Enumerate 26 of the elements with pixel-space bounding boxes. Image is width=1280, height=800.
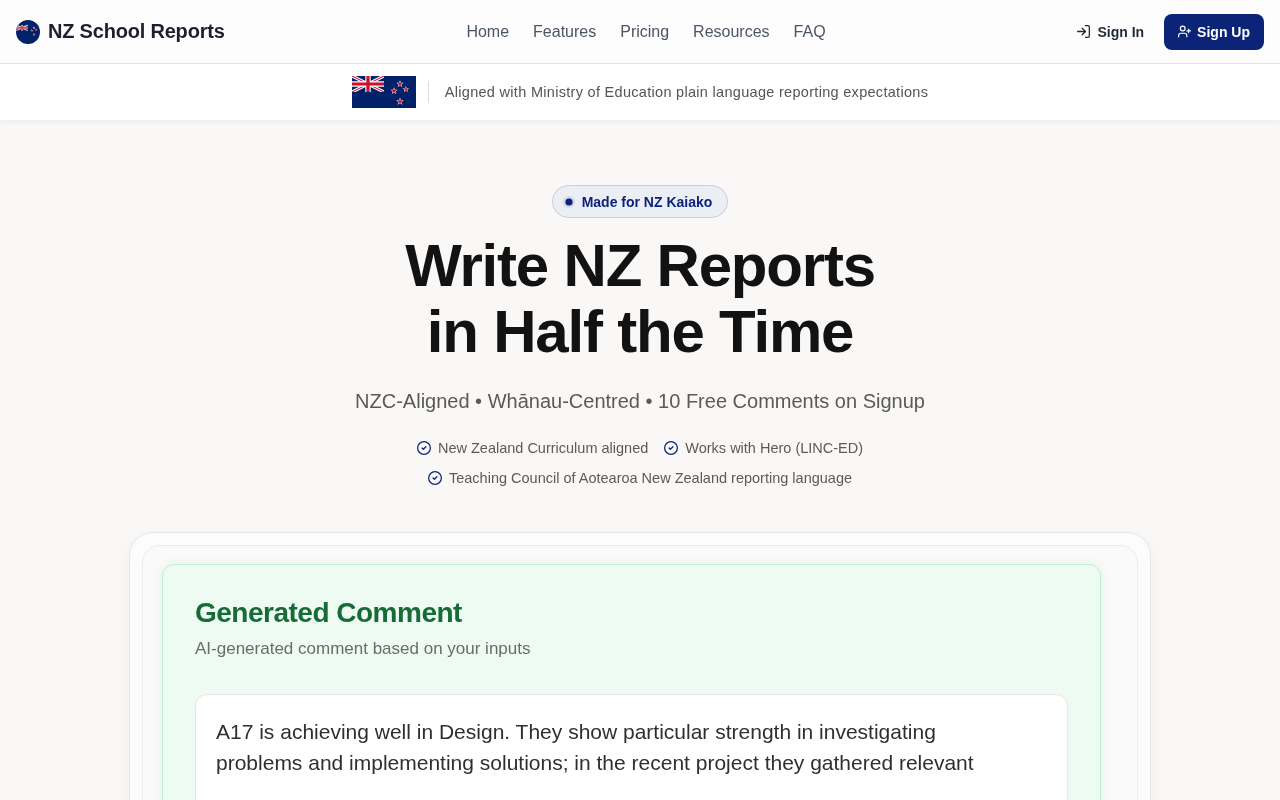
flag-icon	[16, 19, 40, 44]
nav-link[interactable]: FAQ	[793, 22, 826, 41]
panel-subtitle: AI-generated comment based on your inputs	[195, 638, 532, 660]
feature-text: Works with Hero (LINC-ED)	[685, 439, 864, 458]
comment-text: A17 is achieving well in Design. They show particular strength in investigating problems and implementing solutions; in the recent project they gathered relevant	[216, 719, 975, 776]
check-circle-icon	[427, 471, 442, 485]
flag-icon	[351, 76, 416, 108]
banner-text: Aligned with Ministry of Education plain language reporting expectations	[444, 84, 929, 100]
sign-in-icon	[1077, 25, 1091, 38]
feature-text: New Zealand Curriculum aligned	[437, 439, 649, 458]
hero-subtitle: NZC-Aligned • Whānau-Centred • 10 Free Comments on Signup	[354, 389, 926, 414]
feature-text: Teaching Council of Aotearoa New Zealand reporting language	[448, 469, 853, 488]
dot-icon	[562, 195, 575, 208]
user-plus-icon	[1178, 25, 1192, 38]
panel-title: Generated Comment	[195, 596, 463, 630]
badge-label: Made for NZ Kaiako	[581, 193, 713, 210]
nav-link[interactable]: Home	[466, 22, 510, 41]
nav-link[interactable]: Features	[533, 22, 597, 41]
hero-title: Write NZ Reports in Half the Time	[404, 233, 876, 365]
sign-up-button[interactable]: Sign Up	[1164, 13, 1264, 50]
nav-link[interactable]: Resources	[693, 22, 770, 41]
brand-name: NZ School Reports	[48, 20, 225, 43]
sign-in-button[interactable]: Sign In	[1077, 23, 1145, 40]
check-circle-icon	[664, 441, 679, 455]
check-circle-icon	[416, 441, 431, 455]
nav-link[interactable]: Pricing	[620, 22, 670, 41]
